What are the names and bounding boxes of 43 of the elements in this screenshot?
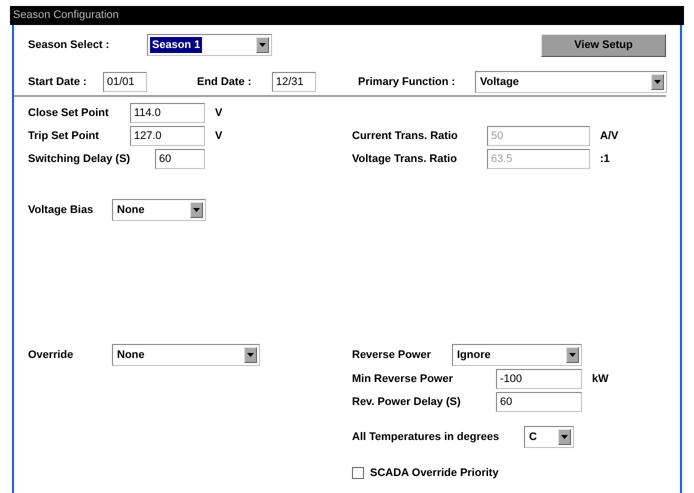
dropdown-value: C [528,430,538,445]
dropdown-value: Ignore [456,348,492,363]
field-label: Start Date : [28,74,88,90]
field-label: Primary Function : [358,74,456,90]
field-label: Close Set Point [28,106,110,121]
dropdown-value: Voltage [479,74,520,90]
dropdown-value: None [116,348,146,363]
field-label: Voltage Trans. Ratio [352,152,458,167]
unit-label: :1 [600,152,610,167]
field-label: Reverse Power [352,348,432,363]
text-field[interactable]: -100 [496,369,582,389]
dropdown[interactable]: Voltage [475,71,667,93]
field-label: Trip Set Point [28,128,100,144]
dropdown-value: None [116,202,146,218]
unit-label: kW [592,372,608,387]
field-label: Min Reverse Power [352,372,454,387]
field-label: Override [28,348,74,363]
text-field[interactable]: 01/01 [103,72,147,92]
dropdown[interactable]: C [524,426,574,448]
field-label: Current Trans. Ratio [352,128,459,144]
checkbox[interactable] [352,467,364,480]
dropdown[interactable]: None [112,344,260,366]
text-field[interactable]: 114.0 [130,103,205,123]
checkbox-label: SCADA Override Priority [370,466,499,481]
view-setup-button[interactable]: View Setup [541,34,666,56]
dropdown[interactable]: None [112,199,206,221]
field-label: Rev. Power Delay (S) [352,394,462,410]
text-field[interactable]: 60 [155,149,205,169]
text-field[interactable]: 12/31 [272,72,316,92]
unit-label: V [215,128,222,144]
dropdown-value: Season 1 [150,36,202,54]
field-label: Switching Delay (S) [28,152,132,167]
dropdown[interactable]: Season 1 [147,34,272,56]
text-field[interactable]: 60 [496,392,582,412]
field-label: Season Select : [28,38,110,53]
dropdown[interactable]: Ignore [452,344,582,366]
field-label: Voltage Bias [28,202,94,218]
window-title: Season Configuration [13,8,119,24]
text-field[interactable]: 127.0 [130,126,205,146]
unit-label: A/V [600,128,618,144]
field-label: All Temperatures in degrees [352,430,500,445]
unit-label: V [215,106,222,121]
field-label: End Date : [197,74,252,90]
